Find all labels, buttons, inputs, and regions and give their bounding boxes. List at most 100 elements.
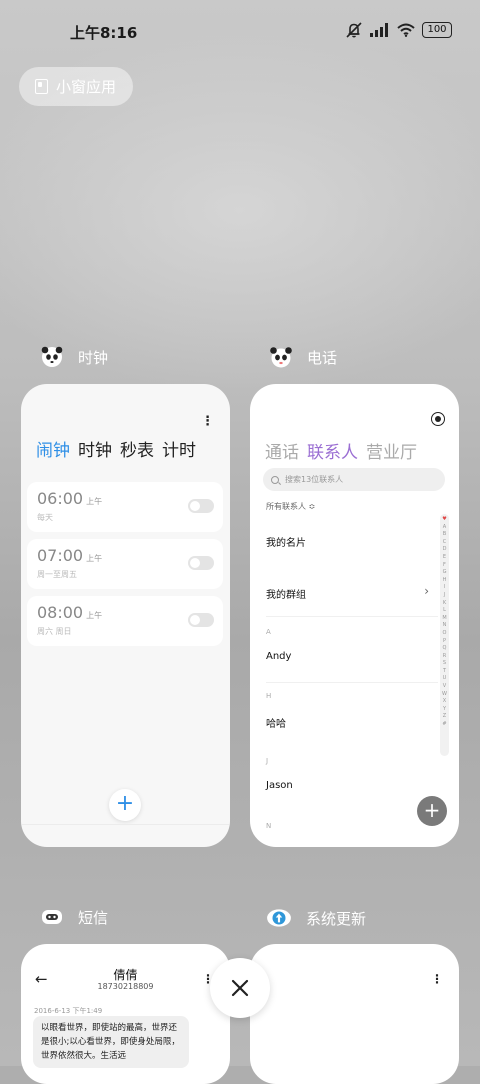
alarm-repeat: 周一至周五 — [37, 570, 77, 579]
clock-app-label[interactable]: 时钟 — [40, 345, 108, 369]
index-letter: Y — [442, 705, 447, 712]
system-update-app-name: 系统更新 — [306, 909, 367, 928]
wifi-icon — [397, 23, 415, 37]
divider — [266, 616, 438, 617]
message-date: 2016-6-13 下午1:49 — [34, 1007, 103, 1015]
status-bar: 上午8:16 100 — [0, 0, 480, 66]
add-alarm-icon: + — [109, 789, 141, 821]
phone-panda-icon — [270, 347, 292, 368]
messages-app-name: 短信 — [78, 908, 109, 927]
alarm-item: 06:00 上午 每天 — [27, 482, 223, 532]
phone-app-card[interactable]: 通话 联系人 营业厅 搜索13位联系人 所有联系人 ≎ 我的名片 我的群组 › … — [250, 384, 459, 847]
conversation-contact-name: 倩倩 — [113, 968, 138, 982]
clock-app-card[interactable]: ⋮ 闹钟 时钟 秒表 计时 06:00 上午 每天 07:00 上午 周一至周五 0… — [21, 384, 230, 847]
system-update-app-label[interactable]: 系统更新 — [266, 905, 366, 931]
index-letter: R — [442, 652, 447, 659]
message-bubble: 以眼看世界，即使站的最高，世界还是很小;以心看世界，即使身处局限，世界依然很大。… — [33, 1016, 189, 1068]
system-update-app-card[interactable]: ⋮ — [250, 944, 459, 1084]
system-update-robot-icon — [267, 909, 291, 927]
alarm-ampm: 上午 — [86, 611, 103, 620]
clock-tabs: 闹钟 时钟 秒表 计时 — [36, 436, 196, 461]
index-letter: U — [442, 675, 447, 682]
section-letter: N — [266, 822, 272, 830]
index-letter: V — [442, 683, 447, 690]
contact-row: 哈哈 — [266, 719, 286, 730]
floating-window-button[interactable]: 小窗应用 — [19, 67, 134, 106]
tab-contacts: 联系人 — [307, 443, 358, 463]
contact-row: Andy — [266, 651, 292, 662]
alphabet-index: ♥ A B C D E F G H I J K L M N O P Q R S … — [440, 514, 449, 756]
conversation-contact-number: 18730218809 — [97, 982, 154, 991]
phone-app-name: 电话 — [307, 348, 338, 367]
index-letter: N — [442, 622, 447, 629]
add-contact-icon: + — [417, 796, 447, 826]
contact-row: Jason — [266, 780, 293, 791]
window-icon — [35, 79, 48, 94]
tab-clock: 时钟 — [78, 441, 112, 461]
section-letter: H — [266, 692, 272, 700]
muted-bell-icon — [346, 22, 362, 38]
battery-indicator: 100 — [422, 22, 452, 38]
signal-icon — [370, 23, 388, 37]
phone-tabs: 通话 联系人 营业厅 — [265, 438, 417, 463]
index-letter: O — [442, 629, 447, 636]
index-letter: H — [442, 576, 447, 583]
alarm-time: 08:00 — [37, 603, 84, 622]
tab-calls: 通话 — [265, 443, 299, 463]
more-menu-icon: ⋮ — [431, 972, 443, 986]
status-icons: 100 — [345, 22, 452, 38]
index-letter: M — [442, 614, 447, 621]
messages-app-label[interactable]: 短信 — [40, 905, 108, 929]
settings-gear-icon — [431, 412, 445, 426]
alarm-repeat: 每天 — [37, 513, 53, 522]
contact-search-field: 搜索13位联系人 — [263, 468, 445, 491]
close-icon — [231, 979, 249, 997]
index-letter: E — [442, 553, 447, 560]
alarm-toggle — [188, 556, 214, 570]
alarm-item: 07:00 上午 周一至周五 — [27, 539, 223, 589]
section-letter: A — [266, 628, 271, 636]
clock-app-name: 时钟 — [78, 348, 109, 367]
index-letter: G — [442, 569, 447, 576]
index-favorites: ♥ — [442, 516, 447, 522]
index-letter: # — [442, 721, 447, 728]
section-letter: J — [266, 757, 269, 765]
floating-window-label: 小窗应用 — [56, 78, 117, 96]
index-letter: T — [442, 667, 447, 674]
index-letter: J — [443, 591, 446, 598]
index-letter: C — [442, 538, 447, 545]
phone-app-label[interactable]: 电话 — [269, 345, 337, 369]
my-groups-row: 我的群组 — [266, 590, 306, 601]
search-placeholder: 搜索13位联系人 — [285, 475, 344, 484]
alarm-time: 07:00 — [37, 546, 84, 565]
index-letter: I — [443, 584, 446, 591]
alarm-ampm: 上午 — [86, 497, 103, 506]
alarm-repeat: 周六 周日 — [37, 627, 72, 636]
divider — [21, 824, 230, 825]
divider — [266, 682, 438, 683]
index-letter: P — [442, 637, 446, 644]
alarm-item: 08:00 上午 周六 周日 — [27, 596, 223, 646]
alarm-toggle — [188, 499, 214, 513]
tab-timer: 计时 — [162, 441, 196, 461]
tab-alarm: 闹钟 — [36, 441, 70, 461]
more-menu-icon: ⋮ — [201, 414, 214, 429]
tab-service-hall: 营业厅 — [366, 443, 417, 463]
index-letter: D — [442, 546, 447, 553]
alarm-ampm: 上午 — [86, 554, 103, 563]
alarm-toggle — [188, 613, 214, 627]
search-icon — [271, 475, 279, 484]
clear-all-button[interactable] — [210, 958, 270, 1018]
index-letter: X — [442, 698, 447, 705]
index-letter: S — [442, 660, 447, 667]
index-letter: K — [442, 599, 447, 606]
index-letter: Q — [442, 645, 447, 652]
index-letter: Z — [442, 713, 447, 720]
index-letter: F — [443, 561, 446, 568]
my-card-row: 我的名片 — [266, 538, 306, 549]
chevron-right-icon: › — [424, 584, 429, 598]
messages-robot-icon — [42, 910, 62, 924]
messages-app-card[interactable]: ← 倩倩 18730218809 ⋮ 2016-6-13 下午1:49 以眼看世… — [21, 944, 230, 1084]
clock-panda-icon — [41, 346, 63, 367]
status-time: 上午8:16 — [70, 24, 138, 42]
